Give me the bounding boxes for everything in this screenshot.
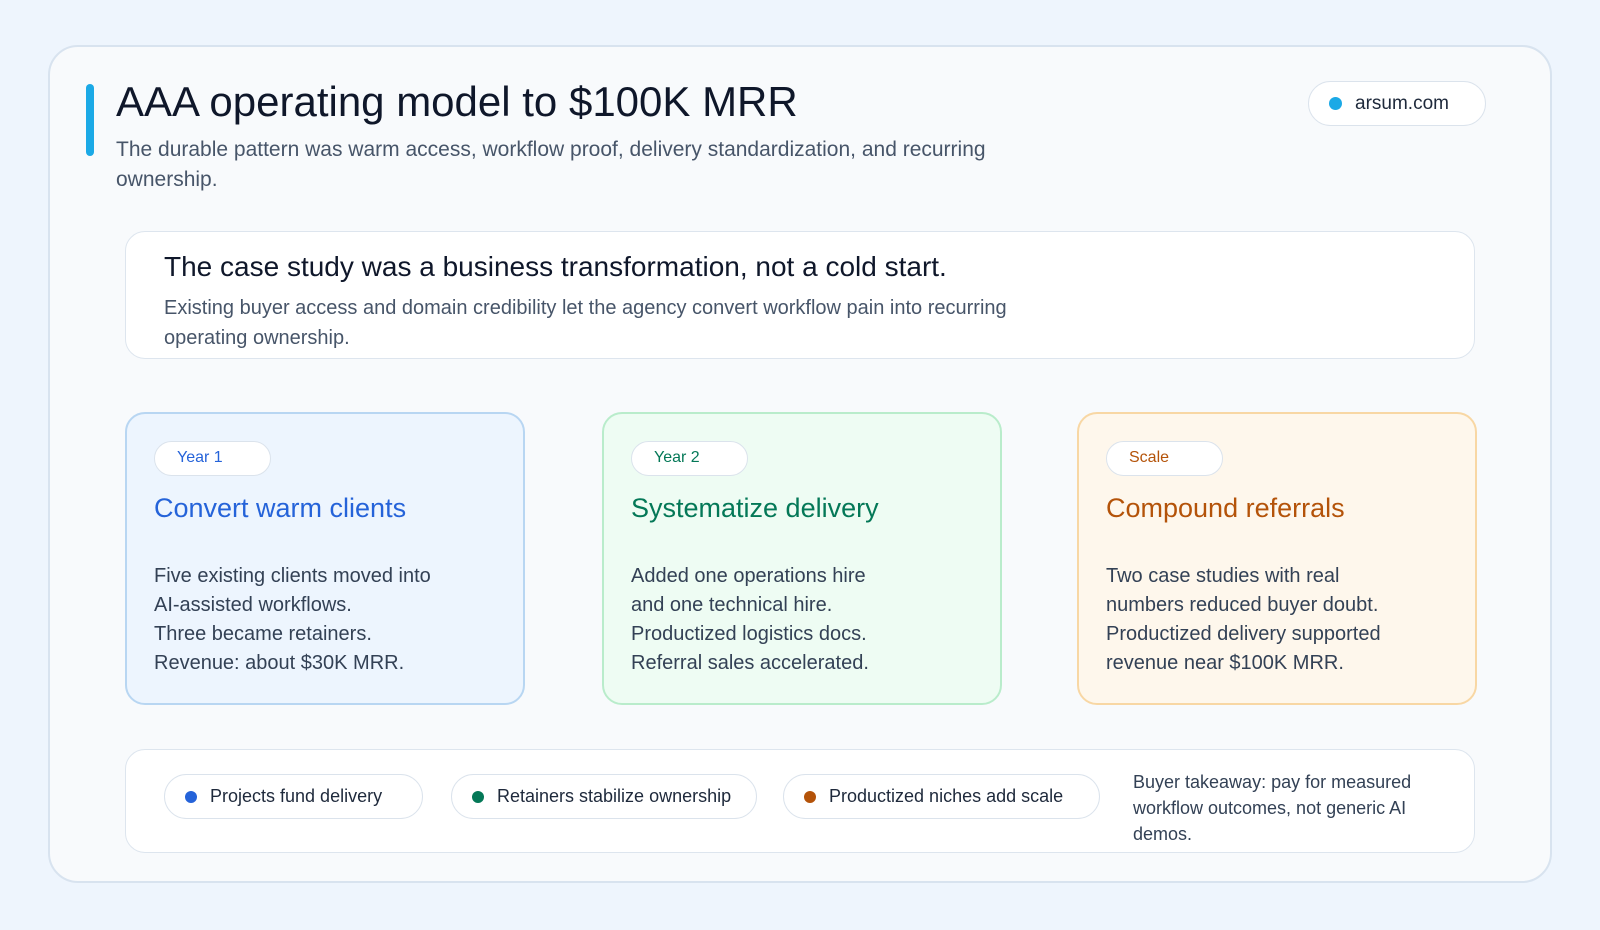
card-line: AI-assisted workflows. — [154, 594, 352, 616]
callout-title: The case study was a business transforma… — [164, 251, 947, 282]
card-title: Systematize delivery — [631, 493, 879, 523]
legend-pill-projects: Projects fund delivery — [164, 774, 423, 819]
card-line: Added one operations hire — [631, 565, 866, 587]
green-dot-icon — [472, 790, 484, 803]
card-line: numbers reduced buyer doubt. — [1106, 594, 1379, 616]
orange-dot-icon — [804, 790, 816, 803]
card-line: Productized delivery supported — [1106, 623, 1381, 645]
card-year-2: Year 2 Systematize delivery Added one op… — [602, 412, 1002, 705]
card-body: Added one operations hire and one techni… — [631, 562, 976, 678]
footer-bar: Projects fund delivery Retainers stabili… — [125, 749, 1475, 853]
card-title: Convert warm clients — [154, 493, 407, 523]
card-line: and one technical hire. — [631, 594, 833, 616]
card-tag: Year 2 — [631, 441, 748, 476]
page-subtitle: The durable pattern was warm access, wor… — [116, 138, 986, 191]
card-tag: Scale — [1106, 441, 1223, 476]
card-line: Productized logistics docs. — [631, 623, 867, 645]
card-body: Five existing clients moved into AI-assi… — [154, 562, 499, 678]
card-line: Five existing clients moved into — [154, 565, 431, 587]
callout-body: Existing buyer access and domain credibi… — [164, 297, 1007, 349]
page-title: AAA operating model to $100K MRR — [116, 78, 798, 125]
card-scale: Scale Compound referrals Two case studie… — [1077, 412, 1477, 705]
card-line: Two case studies with real — [1106, 565, 1340, 587]
card-year-1: Year 1 Convert warm clients Five existin… — [125, 412, 525, 705]
legend-pill-label: Productized niches add scale — [829, 786, 1064, 806]
card-tag: Year 1 — [154, 441, 271, 476]
card-line: revenue near $100K MRR. — [1106, 652, 1344, 674]
legend-pill-productized: Productized niches add scale — [783, 774, 1100, 819]
callout-box: The case study was a business transforma… — [125, 231, 1475, 359]
site-badge-label: arsum.com — [1355, 92, 1449, 114]
site-badge: arsum.com — [1308, 81, 1486, 126]
card-line: Referral sales accelerated. — [631, 652, 869, 674]
card-line: Three became retainers. — [154, 623, 372, 645]
card-line: Revenue: about $30K MRR. — [154, 652, 405, 674]
legend-pill-label: Retainers stabilize ownership — [497, 786, 732, 806]
legend-pill-retainers: Retainers stabilize ownership — [451, 774, 757, 819]
site-dot-icon — [1329, 97, 1342, 110]
buyer-takeaway: Buyer takeaway: pay for measured workflo… — [1133, 772, 1412, 844]
title-accent-bar — [86, 84, 94, 156]
blue-dot-icon — [185, 790, 197, 803]
card-body: Two case studies with real numbers reduc… — [1106, 562, 1451, 678]
card-title: Compound referrals — [1106, 493, 1345, 523]
legend-pill-label: Projects fund delivery — [210, 786, 383, 806]
